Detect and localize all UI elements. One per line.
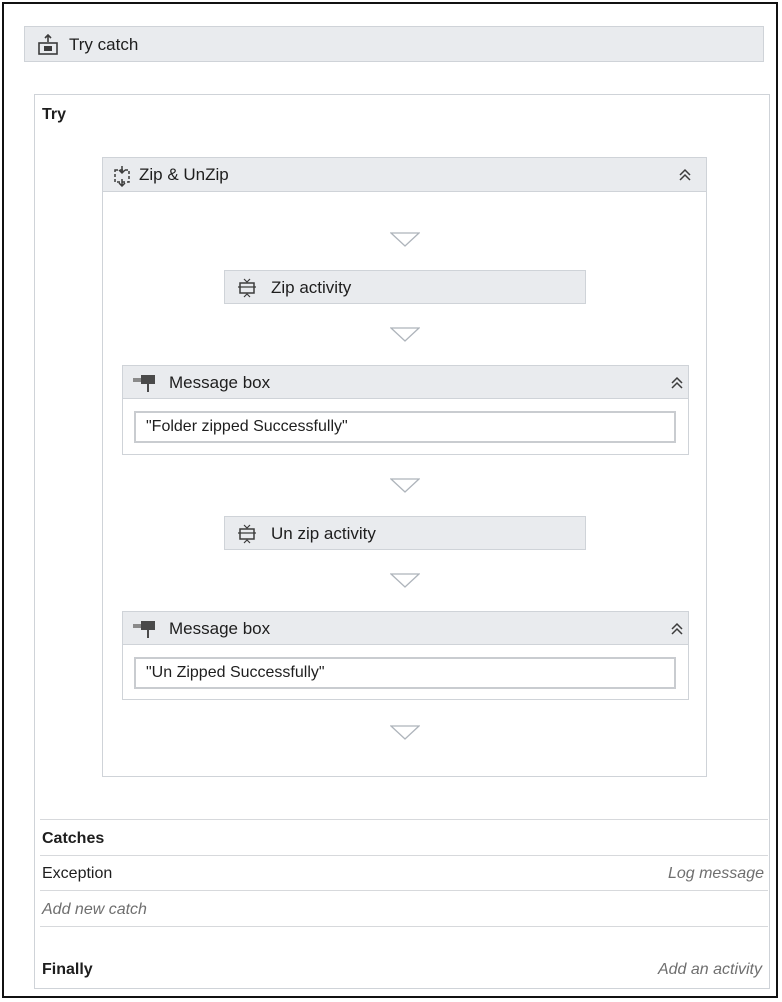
finally-add-activity[interactable]: Add an activity xyxy=(658,961,762,979)
message-box-icon xyxy=(131,618,159,640)
catch-row[interactable]: Exception Log message xyxy=(40,856,768,890)
try-catch-header[interactable]: Try catch xyxy=(24,26,764,62)
catches-divider xyxy=(40,890,768,891)
message-box-header[interactable]: Message box xyxy=(122,365,689,399)
double-chevron-up-icon[interactable] xyxy=(669,621,685,637)
sequence-header[interactable]: Zip & UnZip xyxy=(102,157,707,192)
add-new-catch-link[interactable]: Add new catch xyxy=(42,901,147,919)
catches-label: Catches xyxy=(42,830,105,847)
message-box-title: Message box xyxy=(169,619,271,638)
sequence-title: Zip & UnZip xyxy=(139,165,229,184)
drop-target-arrow-icon[interactable] xyxy=(390,725,420,741)
message-box-title: Message box xyxy=(169,373,271,392)
activity-unzip[interactable]: Un zip activity xyxy=(224,516,586,550)
activity-title: Zip activity xyxy=(271,278,352,297)
catch-exception-type[interactable]: Exception xyxy=(42,865,112,883)
message-box-icon xyxy=(131,372,159,394)
message-box-header[interactable]: Message box xyxy=(122,611,689,645)
message-text-field[interactable]: "Un Zipped Successfully" xyxy=(134,657,676,689)
drop-target-arrow-icon[interactable] xyxy=(390,478,420,494)
message-text-field[interactable]: "Folder zipped Successfully" xyxy=(134,411,676,443)
activity-icon xyxy=(237,524,257,544)
drop-target-arrow-icon[interactable] xyxy=(390,573,420,589)
try-catch-title: Try catch xyxy=(69,35,139,54)
finally-label: Finally xyxy=(42,961,93,978)
try-catch-icon xyxy=(37,33,59,56)
activity-icon xyxy=(237,278,257,298)
sequence-icon xyxy=(111,165,133,188)
try-section-label: Try xyxy=(42,106,67,123)
activity-title: Un zip activity xyxy=(271,524,376,543)
drop-target-arrow-icon[interactable] xyxy=(390,232,420,248)
drop-target-arrow-icon[interactable] xyxy=(390,327,420,343)
try-catch-activity: Try catch Try Zip & UnZip Zip activity M… xyxy=(2,2,778,998)
catch-handler-action[interactable]: Log message xyxy=(668,865,764,883)
activity-zip[interactable]: Zip activity xyxy=(224,270,586,304)
double-chevron-up-icon[interactable] xyxy=(669,375,685,391)
catches-divider xyxy=(40,819,768,820)
finally-divider xyxy=(40,926,768,927)
double-chevron-up-icon[interactable] xyxy=(677,167,693,183)
